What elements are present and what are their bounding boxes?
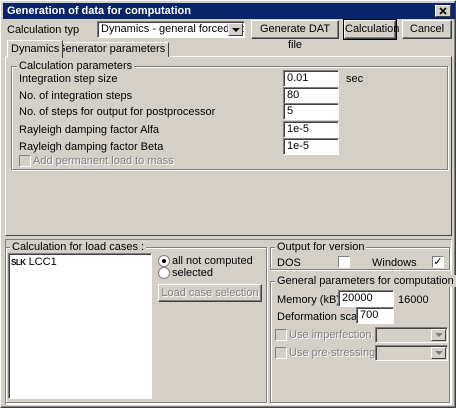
integration-steps-label: No. of integration steps	[19, 90, 133, 102]
calc-type-label: Calculation typ	[7, 24, 80, 36]
load-case-type-icon: SLK	[11, 258, 26, 267]
list-item[interactable]: SLK LCC1	[11, 256, 149, 269]
calc-type-value: Dynamics - general forced vibration (	[101, 23, 244, 35]
use-imperfection-checkbox[interactable]	[275, 329, 287, 341]
load-case-selection-button[interactable]: Load case selection	[158, 284, 262, 302]
output-version-group-label: Output for version	[275, 241, 367, 253]
use-imperfection-label: Use imperfection	[289, 329, 372, 341]
window-title: Generation of data for computation	[7, 5, 191, 17]
cancel-button[interactable]: Cancel	[402, 20, 452, 39]
memory-max-value: 16000	[398, 294, 429, 306]
load-case-name: LCC1	[28, 256, 57, 268]
tab-generator-parameters[interactable]: Generator parameters	[53, 42, 170, 57]
generate-dat-button[interactable]: Generate DAT file	[251, 20, 339, 51]
add-permanent-load-label: Add permanent load to mass	[33, 155, 174, 167]
load-cases-group-label: Calculation for load cases :	[10, 241, 147, 253]
load-cases-list[interactable]: SLK LCC1	[8, 253, 152, 399]
damping-beta-input[interactable]: 1e-5	[283, 138, 339, 155]
radio-all-not-computed[interactable]	[158, 255, 170, 267]
chevron-down-icon	[434, 351, 443, 355]
integration-steps-input[interactable]: 80	[283, 87, 339, 104]
chevron-down-icon	[434, 333, 443, 337]
damping-alfa-input[interactable]: 1e-5	[283, 121, 339, 138]
dos-label: DOS	[277, 257, 301, 269]
damping-alfa-label: Rayleigh damping factor Alfa	[19, 124, 160, 136]
output-steps-input[interactable]: 5	[283, 103, 339, 120]
radio-selected[interactable]	[158, 267, 170, 279]
imperfection-select[interactable]	[375, 327, 448, 343]
dialog-window: Generation of data for computation Calcu…	[0, 0, 456, 408]
close-button[interactable]	[435, 5, 451, 17]
windows-checkbox[interactable]: ✓	[432, 256, 444, 268]
chevron-down-icon	[231, 27, 240, 32]
use-prestressing-label: Use pre-stressing	[289, 347, 376, 359]
damping-beta-label: Rayleigh damping factor Beta	[19, 141, 164, 153]
prestressing-select[interactable]	[375, 345, 448, 361]
tab-dynamics[interactable]: Dynamics	[7, 40, 64, 58]
check-icon: ✓	[433, 256, 443, 268]
memory-label: Memory (kB)	[277, 294, 340, 306]
calc-type-select[interactable]: Dynamics - general forced vibration (	[97, 21, 245, 38]
radio-selected-label: selected	[172, 267, 213, 279]
deformation-scale-input[interactable]: 700	[356, 307, 394, 324]
memory-input[interactable]: 20000	[338, 290, 394, 307]
integration-step-size-input[interactable]: 0.01	[283, 70, 339, 87]
integration-step-size-label: Integration step size	[19, 73, 118, 85]
integration-step-size-unit: sec	[346, 73, 364, 85]
output-steps-label: No. of steps for output for postprocesso…	[19, 106, 216, 118]
deformation-scale-label: Deformation scale	[277, 311, 366, 323]
general-params-group-label: General parameters for computation	[275, 275, 456, 287]
calc-type-dropdown-button[interactable]	[228, 23, 243, 36]
close-icon	[439, 7, 447, 15]
radio-selected-dot	[162, 259, 166, 263]
calculation-button[interactable]: Calculation	[343, 19, 399, 40]
use-prestressing-checkbox[interactable]	[275, 347, 287, 359]
windows-label: Windows	[372, 257, 417, 269]
add-permanent-load-checkbox[interactable]	[19, 155, 31, 167]
prestressing-dropdown-button[interactable]	[431, 347, 446, 359]
imperfection-dropdown-button[interactable]	[431, 329, 446, 341]
calc-params-group-label: Calculation parameters	[17, 60, 135, 72]
dos-checkbox[interactable]	[338, 256, 350, 268]
title-bar[interactable]: Generation of data for computation	[3, 3, 455, 19]
